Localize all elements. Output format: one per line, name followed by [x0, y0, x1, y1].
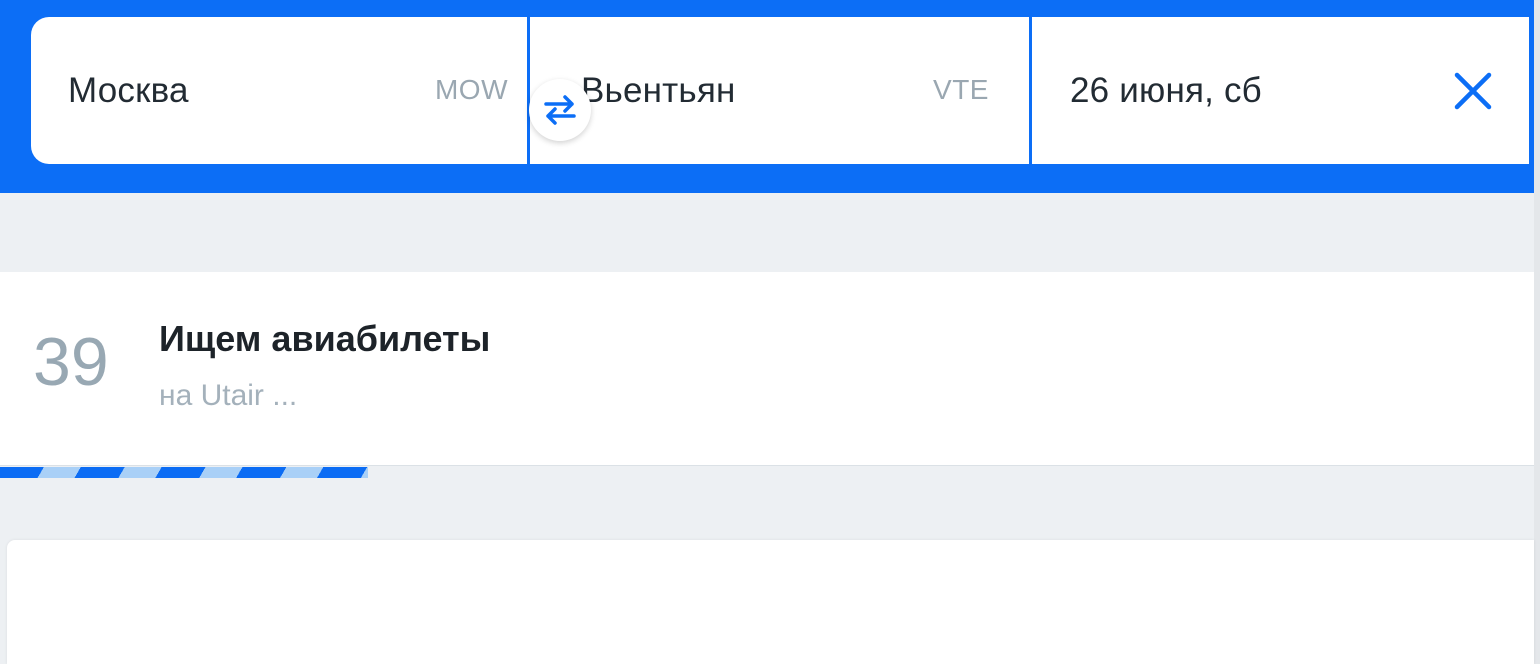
clear-date-button[interactable] [1453, 71, 1493, 111]
status-subtitle: на Utair ... [159, 379, 298, 412]
scrollbar-track[interactable] [1534, 0, 1540, 664]
destination-code: VTE [933, 74, 989, 105]
status-title: Ищем авиабилеты [159, 318, 491, 359]
destination-city: Вьентьян [581, 70, 736, 110]
destination-field[interactable]: Вьентьян VTE [530, 17, 1029, 164]
swap-arrows-icon [544, 95, 576, 125]
search-status-card [0, 272, 1534, 466]
result-card[interactable] [7, 540, 1534, 664]
departure-date: 26 июня, сб [1070, 70, 1262, 110]
search-progress-bar [0, 467, 369, 478]
close-icon [1454, 72, 1492, 110]
origin-city: Москва [68, 70, 189, 110]
origin-code: MOW [434, 74, 508, 105]
origin-field[interactable]: Москва MOW [31, 17, 527, 164]
date-field[interactable]: 26 июня, сб [1032, 17, 1529, 164]
search-counter: 39 [33, 324, 109, 400]
swap-cities-button[interactable] [529, 79, 591, 141]
search-form: Москва MOW Вьентьян VTE 26 июня, сб [31, 17, 1529, 164]
